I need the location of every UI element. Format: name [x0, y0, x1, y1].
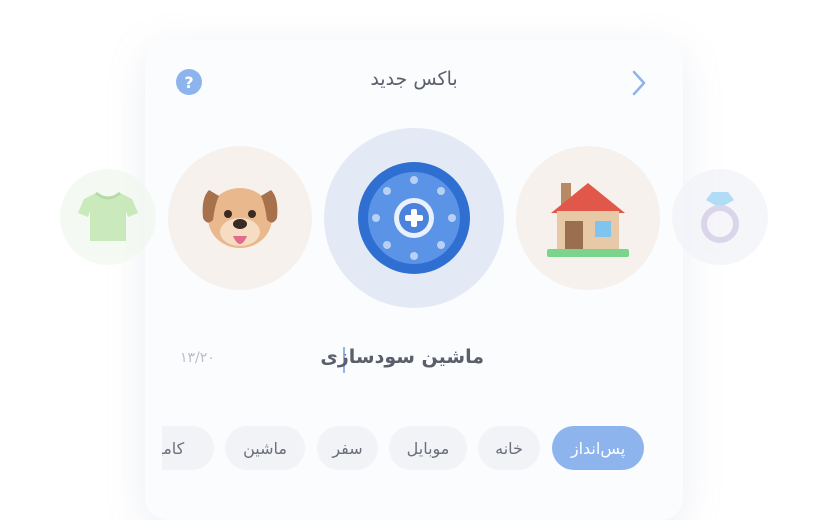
help-button[interactable]: ? [176, 69, 202, 95]
ring-icon [701, 192, 739, 243]
shirt-icon [78, 191, 138, 241]
chip-savings[interactable]: پس‌انداز [552, 426, 644, 470]
safe-icon [358, 162, 470, 274]
dog-icon [202, 188, 278, 248]
box-name-field[interactable]: ۱۳/۲۰ ماشین سودسازی [180, 344, 490, 374]
carousel-item-house[interactable] [516, 146, 660, 290]
carousel-item-shirt[interactable] [60, 169, 156, 265]
chip-computer[interactable]: کامپیوتر [162, 426, 214, 470]
category-chip-list: پس‌انداز خانه موبایل سفر ماشین کامپیوتر [162, 426, 652, 470]
house-icon [547, 183, 629, 257]
chip-mobile[interactable]: موبایل [389, 426, 467, 470]
help-icon: ? [184, 72, 194, 92]
carousel-item-dog[interactable] [168, 146, 312, 290]
chevron-right-icon[interactable] [628, 68, 650, 98]
chip-car[interactable]: ماشین [225, 426, 305, 470]
character-counter: ۱۳/۲۰ [180, 350, 215, 366]
carousel-item-ring[interactable] [672, 169, 768, 265]
page-title: باکس جدید [370, 68, 458, 90]
chip-home[interactable]: خانه [478, 426, 540, 470]
carousel-item-safe[interactable] [324, 128, 504, 308]
chip-travel[interactable]: سفر [317, 426, 378, 470]
box-name-value: ماشین سودسازی [320, 346, 484, 368]
